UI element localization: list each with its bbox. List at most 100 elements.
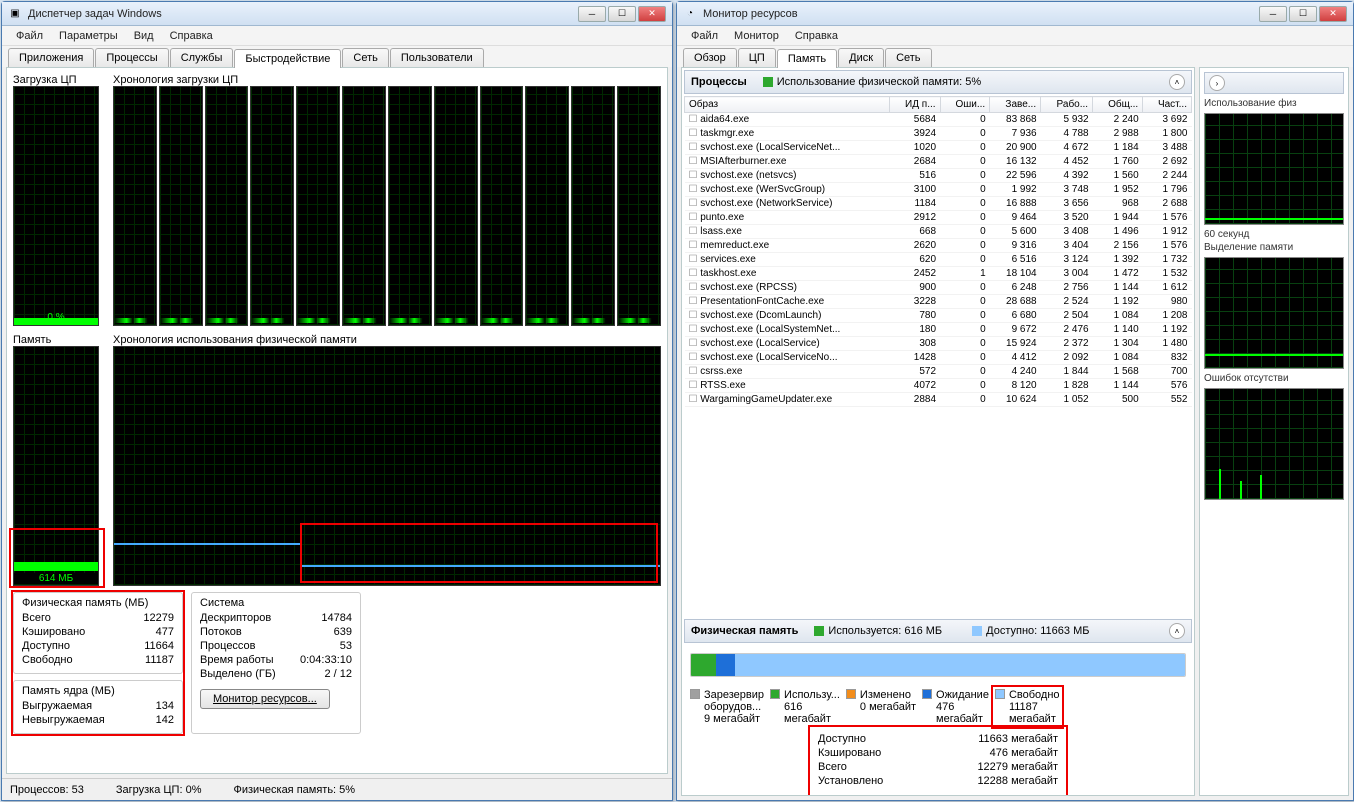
rm-menu-monitor[interactable]: Монитор xyxy=(726,28,787,44)
tab-performance[interactable]: Быстродействие xyxy=(234,49,341,68)
table-row[interactable]: memreduct.exe262009 3163 4042 1561 576 xyxy=(685,239,1192,253)
highlight-box-icon xyxy=(991,685,1064,729)
table-column-header[interactable]: Рабо... xyxy=(1041,97,1093,113)
table-row[interactable]: svchost.exe (LocalServiceNo...142804 412… xyxy=(685,351,1192,365)
table-column-header[interactable]: Заве... xyxy=(990,97,1041,113)
membar-segment xyxy=(735,654,1185,676)
tm-maximize-button[interactable]: ☐ xyxy=(608,6,636,22)
rm-maximize-button[interactable]: ☐ xyxy=(1289,6,1317,22)
table-row[interactable]: services.exe62006 5163 1241 3921 732 xyxy=(685,253,1192,267)
tm-menu-view[interactable]: Вид xyxy=(126,28,162,44)
table-row[interactable]: RTSS.exe407208 1201 8281 144576 xyxy=(685,379,1192,393)
phys-mem-section-title: Физическая память xyxy=(691,625,798,637)
membar-segment xyxy=(691,654,716,676)
rm-titlebar[interactable]: ◔ Монитор ресурсов ─ ☐ ✕ xyxy=(677,2,1353,26)
side-chart-phys-mem xyxy=(1204,113,1344,225)
table-row[interactable]: taskhost.exe2452118 1043 0041 4721 532 xyxy=(685,267,1192,281)
table-column-header[interactable]: ИД п... xyxy=(889,97,940,113)
rm-close-button[interactable]: ✕ xyxy=(1319,6,1347,22)
table-column-header[interactable]: Образ xyxy=(685,97,890,113)
tm-titlebar[interactable]: ▣ Диспетчер задач Windows ─ ☐ ✕ xyxy=(2,2,672,26)
resource-monitor-button[interactable]: Монитор ресурсов... xyxy=(200,689,330,709)
status-memory: Физическая память: 5% xyxy=(233,784,355,796)
tab-users[interactable]: Пользователи xyxy=(390,48,484,67)
rm-tab-disk[interactable]: Диск xyxy=(838,48,884,67)
tm-menu-help[interactable]: Справка xyxy=(162,28,221,44)
rm-tabbar: Обзор ЦП Память Диск Сеть xyxy=(677,46,1353,67)
tab-services[interactable]: Службы xyxy=(170,48,234,67)
process-table[interactable]: ОбразИД п...Оши...Заве...Рабо...Общ...Ча… xyxy=(684,96,1192,617)
table-row[interactable]: svchost.exe (LocalServiceNet...1020020 9… xyxy=(685,141,1192,155)
table-row[interactable]: csrss.exe57204 2401 8441 568700 xyxy=(685,365,1192,379)
memory-history-chart xyxy=(113,346,661,586)
table-row[interactable]: svchost.exe (RPCSS)90006 2482 7561 1441 … xyxy=(685,281,1192,295)
table-row[interactable]: PresentationFontCache.exe3228028 6882 52… xyxy=(685,295,1192,309)
memory-label: Память xyxy=(13,334,103,346)
table-column-header[interactable]: Оши... xyxy=(940,97,990,113)
table-row[interactable]: svchost.exe (DcomLaunch)78006 6802 5041 … xyxy=(685,309,1192,323)
mem-avail-stat: Доступно: 11663 МБ xyxy=(986,625,1089,637)
rm-main-panel: Процессы Использование физической памяти… xyxy=(681,67,1195,796)
rm-menu-help[interactable]: Справка xyxy=(787,28,846,44)
legend-item: Свободно11187мегабайт xyxy=(995,689,1060,725)
tab-network[interactable]: Сеть xyxy=(342,48,388,67)
table-row[interactable]: svchost.exe (WerSvcGroup)310001 9923 748… xyxy=(685,183,1192,197)
table-row[interactable]: lsass.exe66805 6003 4081 4961 912 xyxy=(685,225,1192,239)
available-chip-icon xyxy=(972,626,982,636)
cpu-percent-value: 0 % xyxy=(14,312,98,323)
rm-tab-overview[interactable]: Обзор xyxy=(683,48,737,67)
rm-minimize-button[interactable]: ─ xyxy=(1259,6,1287,22)
collapse-chevron-icon[interactable]: ˄ xyxy=(1169,623,1185,639)
tm-close-button[interactable]: ✕ xyxy=(638,6,666,22)
processes-section-header[interactable]: Процессы Использование физической памяти… xyxy=(684,70,1192,94)
legend-item: Использу...616мегабайт xyxy=(770,689,840,725)
table-column-header[interactable]: Общ... xyxy=(1093,97,1143,113)
table-row[interactable]: MSIAfterburner.exe2684016 1324 4521 7602… xyxy=(685,155,1192,169)
tm-menu-file[interactable]: Файл xyxy=(8,28,51,44)
status-processes: Процессов: 53 xyxy=(10,784,84,796)
tm-menubar: Файл Параметры Вид Справка xyxy=(2,26,672,46)
tm-minimize-button[interactable]: ─ xyxy=(578,6,606,22)
rm-tab-network[interactable]: Сеть xyxy=(885,48,931,67)
mem-used-stat: Используется: 616 МБ xyxy=(828,625,942,637)
physical-memory-section-header[interactable]: Физическая память Используется: 616 МБ Д… xyxy=(684,619,1192,643)
tab-processes[interactable]: Процессы xyxy=(95,48,168,67)
table-row[interactable]: aida64.exe5684083 8685 9322 2403 692 xyxy=(685,113,1192,127)
tm-app-icon: ▣ xyxy=(8,7,22,21)
usage-chip-icon xyxy=(814,626,824,636)
side-chart-faults xyxy=(1204,388,1344,500)
rm-title: Монитор ресурсов xyxy=(703,8,1257,20)
legend-item: Зарезервироборудов...9 мегабайт xyxy=(690,689,764,725)
collapse-chevron-icon[interactable]: ˄ xyxy=(1169,74,1185,90)
table-row[interactable]: taskmgr.exe392407 9364 7882 9881 800 xyxy=(685,127,1192,141)
table-row[interactable]: WargamingGameUpdater.exe2884010 6241 052… xyxy=(685,393,1192,407)
tm-menu-options[interactable]: Параметры xyxy=(51,28,126,44)
status-cpu: Загрузка ЦП: 0% xyxy=(116,784,202,796)
table-row[interactable]: svchost.exe (LocalService)308015 9242 37… xyxy=(685,337,1192,351)
rm-tab-cpu[interactable]: ЦП xyxy=(738,48,776,67)
tm-statusbar: Процессов: 53 Загрузка ЦП: 0% Физическая… xyxy=(2,778,672,800)
task-manager-window: ▣ Диспетчер задач Windows ─ ☐ ✕ Файл Пар… xyxy=(1,1,673,801)
table-row[interactable]: svchost.exe (LocalSystemNet...18009 6722… xyxy=(685,323,1192,337)
tab-applications[interactable]: Приложения xyxy=(8,48,94,67)
memory-legend: Зарезервироборудов...9 мегабайтИспользу.… xyxy=(690,689,1186,725)
table-row[interactable]: punto.exe291209 4643 5201 9441 576 xyxy=(685,211,1192,225)
tm-performance-panel: Загрузка ЦП 0 % Хронология загрузки ЦП П… xyxy=(6,67,668,774)
side-label-commit: Выделение памяти xyxy=(1204,242,1344,253)
table-column-header[interactable]: Част... xyxy=(1143,97,1192,113)
memory-history-label: Хронология использования физической памя… xyxy=(113,334,661,346)
table-row[interactable]: svchost.exe (NetworkService)1184016 8883… xyxy=(685,197,1192,211)
side-expand-header[interactable]: › xyxy=(1204,72,1344,94)
resource-monitor-window: ◔ Монитор ресурсов ─ ☐ ✕ Файл Монитор Сп… xyxy=(676,1,1354,801)
cpu-history-charts xyxy=(113,86,661,326)
table-row[interactable]: svchost.exe (netsvcs)516022 5964 3921 56… xyxy=(685,169,1192,183)
expand-chevron-icon[interactable]: › xyxy=(1209,75,1225,91)
memory-composition-bar xyxy=(690,653,1186,677)
processes-title: Процессы xyxy=(691,76,747,88)
legend-item: Ожидание476мегабайт xyxy=(922,689,989,725)
side-chart-commit xyxy=(1204,257,1344,369)
side-label-faults: Ошибок отсутстви xyxy=(1204,373,1344,384)
side-label-60sec: 60 секунд xyxy=(1204,229,1344,240)
rm-tab-memory[interactable]: Память xyxy=(777,49,837,68)
rm-menu-file[interactable]: Файл xyxy=(683,28,726,44)
